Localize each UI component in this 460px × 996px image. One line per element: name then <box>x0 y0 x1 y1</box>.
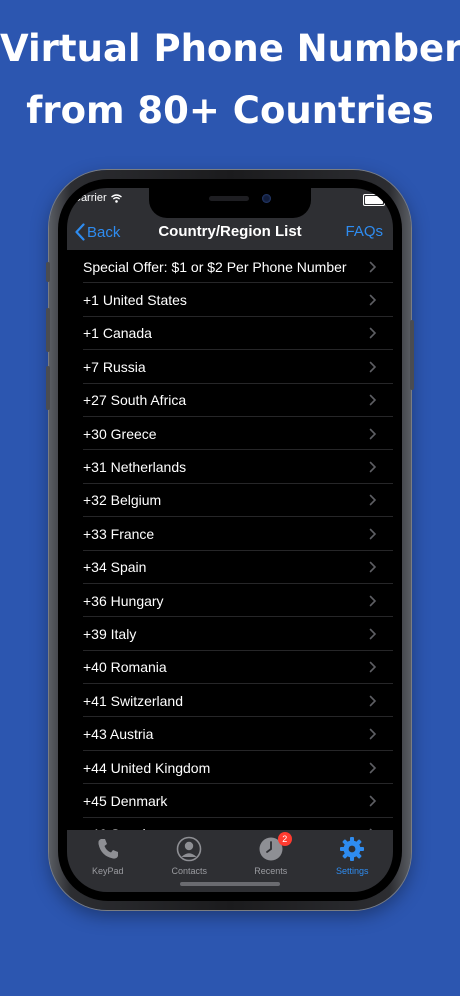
country-row[interactable]: +39 Italy <box>67 617 393 652</box>
chevron-right-icon <box>369 528 377 540</box>
chevron-right-icon <box>369 328 377 339</box>
headline-line-1: Virtual Phone Number <box>0 27 460 70</box>
tab-label: Settings <box>335 866 369 876</box>
chevron-right-icon <box>369 695 377 707</box>
chevron-right-icon <box>369 628 377 640</box>
country-list[interactable]: Special Offer: $1 or $2 Per Phone Number… <box>67 250 393 830</box>
row-label: +31 Netherlands <box>83 459 187 476</box>
home-indicator <box>180 882 280 886</box>
speaker-grille <box>209 196 249 201</box>
row-label: +30 Greece <box>83 425 157 442</box>
volume-down-button <box>46 366 50 410</box>
country-row[interactable]: +40 Romania <box>67 651 393 685</box>
country-row[interactable]: +1 Canada <box>67 317 393 351</box>
volume-up-button <box>46 308 50 352</box>
carrier-label: Carrier <box>73 192 107 204</box>
row-label: +1 Canada <box>83 325 152 342</box>
row-label: +27 South Africa <box>83 392 187 409</box>
country-row[interactable]: +30 Greece <box>67 417 393 451</box>
country-row[interactable]: +7 Russia <box>67 350 393 384</box>
contacts-icon <box>176 836 202 862</box>
tab-keypad[interactable]: KeyPad <box>67 830 149 892</box>
phone-screen: Carrier Back Country/Region List FAQs Sp… <box>67 188 393 892</box>
battery-icon <box>363 194 387 206</box>
country-row[interactable]: +27 South Africa <box>67 384 393 418</box>
chevron-right-icon <box>369 394 377 406</box>
tab-label: KeyPad <box>91 866 124 876</box>
chevron-right-icon <box>369 361 377 373</box>
country-row[interactable]: +34 Spain <box>67 551 393 585</box>
special-offer-row[interactable]: Special Offer: $1 or $2 Per Phone Number <box>67 250 393 284</box>
row-label: +36 Hungary <box>83 592 164 609</box>
row-label: +43 Austria <box>83 726 154 743</box>
promo-headline: Virtual Phone Number from 80+ Countries <box>0 18 460 142</box>
chevron-right-icon <box>369 495 377 506</box>
tab-settings[interactable]: Settings <box>312 830 394 892</box>
row-label: +34 Spain <box>83 559 147 576</box>
country-row[interactable]: +46 Sweden <box>67 818 393 830</box>
chevron-right-icon <box>369 762 377 773</box>
mute-switch <box>46 262 50 282</box>
chevron-right-icon <box>369 294 377 306</box>
notification-badge: 2 <box>277 832 292 846</box>
front-camera <box>262 194 271 203</box>
country-row[interactable]: +36 Hungary <box>67 584 393 618</box>
country-row[interactable]: +33 France <box>67 517 393 551</box>
tab-label: Contacts <box>171 866 208 876</box>
wifi-icon <box>110 193 122 203</box>
row-label: +40 Romania <box>83 659 167 676</box>
faqs-button[interactable]: FAQs <box>345 223 383 240</box>
headline-line-2: from 80+ Countries <box>26 89 434 132</box>
chevron-right-icon <box>369 261 377 272</box>
notch <box>149 188 311 218</box>
chevron-right-icon <box>369 428 377 439</box>
country-row[interactable]: +41 Switzerland <box>67 684 393 718</box>
gear-icon <box>339 836 365 862</box>
phone-frame: Carrier Back Country/Region List FAQs Sp… <box>46 170 414 910</box>
chevron-right-icon <box>369 461 377 473</box>
country-row[interactable]: +45 Denmark <box>67 784 393 819</box>
tab-label: Recents <box>254 866 288 876</box>
row-label: +45 Denmark <box>83 792 168 809</box>
page-title: Country/Region List <box>158 223 302 240</box>
row-label: +1 United States <box>83 292 187 309</box>
status-bar: Carrier <box>73 192 122 204</box>
phone-icon <box>95 836 121 862</box>
row-label: +39 Italy <box>83 625 137 642</box>
chevron-right-icon <box>369 662 377 673</box>
chevron-right-icon <box>369 561 377 573</box>
country-row[interactable]: +1 United States <box>67 283 393 318</box>
row-label: +7 Russia <box>83 358 146 375</box>
row-label: +33 France <box>83 525 155 542</box>
power-button <box>410 320 414 390</box>
chevron-right-icon <box>369 795 377 807</box>
row-label: +44 United Kingdom <box>83 759 211 776</box>
country-row[interactable]: +32 Belgium <box>67 484 393 518</box>
country-row[interactable]: +44 United Kingdom <box>67 751 393 785</box>
clock-icon: 2 <box>258 832 292 862</box>
navigation-bar: Back Country/Region List FAQs <box>67 214 393 250</box>
chevron-right-icon <box>369 728 377 740</box>
row-label: +41 Switzerland <box>83 692 184 709</box>
country-row[interactable]: +31 Netherlands <box>67 450 393 485</box>
chevron-right-icon <box>369 595 377 606</box>
country-row[interactable]: +43 Austria <box>67 717 393 752</box>
row-label: +32 Belgium <box>83 492 162 509</box>
row-label: Special Offer: $1 or $2 Per Phone Number <box>83 258 347 275</box>
